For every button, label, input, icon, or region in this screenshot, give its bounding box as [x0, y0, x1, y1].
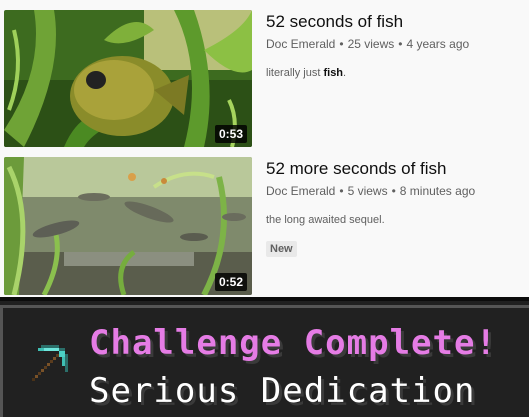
- description-text: the long awaited sequel.: [266, 214, 385, 226]
- upload-age: 4 years ago: [406, 37, 470, 51]
- video-title[interactable]: 52 seconds of fish: [266, 12, 469, 32]
- diamond-pickaxe-icon: [32, 345, 68, 381]
- toast-panel: Challenge Complete! Serious Dedication: [0, 305, 529, 417]
- toast-advancement-name: Serious Dedication: [89, 371, 476, 411]
- separator-dot: •: [391, 184, 396, 198]
- video-title[interactable]: 52 more seconds of fish: [266, 159, 475, 179]
- video-duration-badge: 0:52: [214, 273, 247, 291]
- view-count: 5 views: [347, 184, 388, 198]
- channel-name[interactable]: Doc Emerald: [266, 184, 335, 198]
- description-suffix: .: [343, 67, 347, 79]
- video-thumbnail-2[interactable]: 0:52: [4, 157, 252, 295]
- description-text: literally just: [266, 67, 324, 79]
- separator-dot: •: [339, 37, 344, 51]
- advancement-toast: Challenge Complete! Serious Dedication: [0, 297, 529, 417]
- new-badge: New: [266, 241, 297, 257]
- video-info-2: 52 more seconds of fish Doc Emerald • 5 vi…: [266, 159, 475, 257]
- video-metadata: Doc Emerald • 25 views • 4 years ago: [266, 36, 469, 52]
- video-description: literally just fish.: [266, 66, 469, 80]
- upload-age: 8 minutes ago: [399, 184, 476, 198]
- video-duration-badge: 0:53: [214, 125, 247, 143]
- channel-name[interactable]: Doc Emerald: [266, 37, 335, 51]
- video-result-2[interactable]: 0:52 52 more seconds of fish Doc Emerald…: [0, 148, 529, 295]
- video-info-1: 52 seconds of fish Doc Emerald • 25 views •…: [266, 12, 469, 80]
- toast-title: Challenge Complete!: [89, 323, 497, 363]
- view-count: 25 views: [347, 37, 395, 51]
- video-result-1[interactable]: 0:53 52 seconds of fish Doc Emerald • 25 v…: [0, 0, 529, 147]
- separator-dot: •: [398, 37, 403, 51]
- video-metadata: Doc Emerald • 5 views • 8 minutes ago: [266, 183, 475, 199]
- video-thumbnail-1[interactable]: 0:53: [4, 10, 252, 147]
- description-highlight: fish: [323, 67, 344, 79]
- separator-dot: •: [339, 184, 344, 198]
- video-description: the long awaited sequel.: [266, 213, 475, 227]
